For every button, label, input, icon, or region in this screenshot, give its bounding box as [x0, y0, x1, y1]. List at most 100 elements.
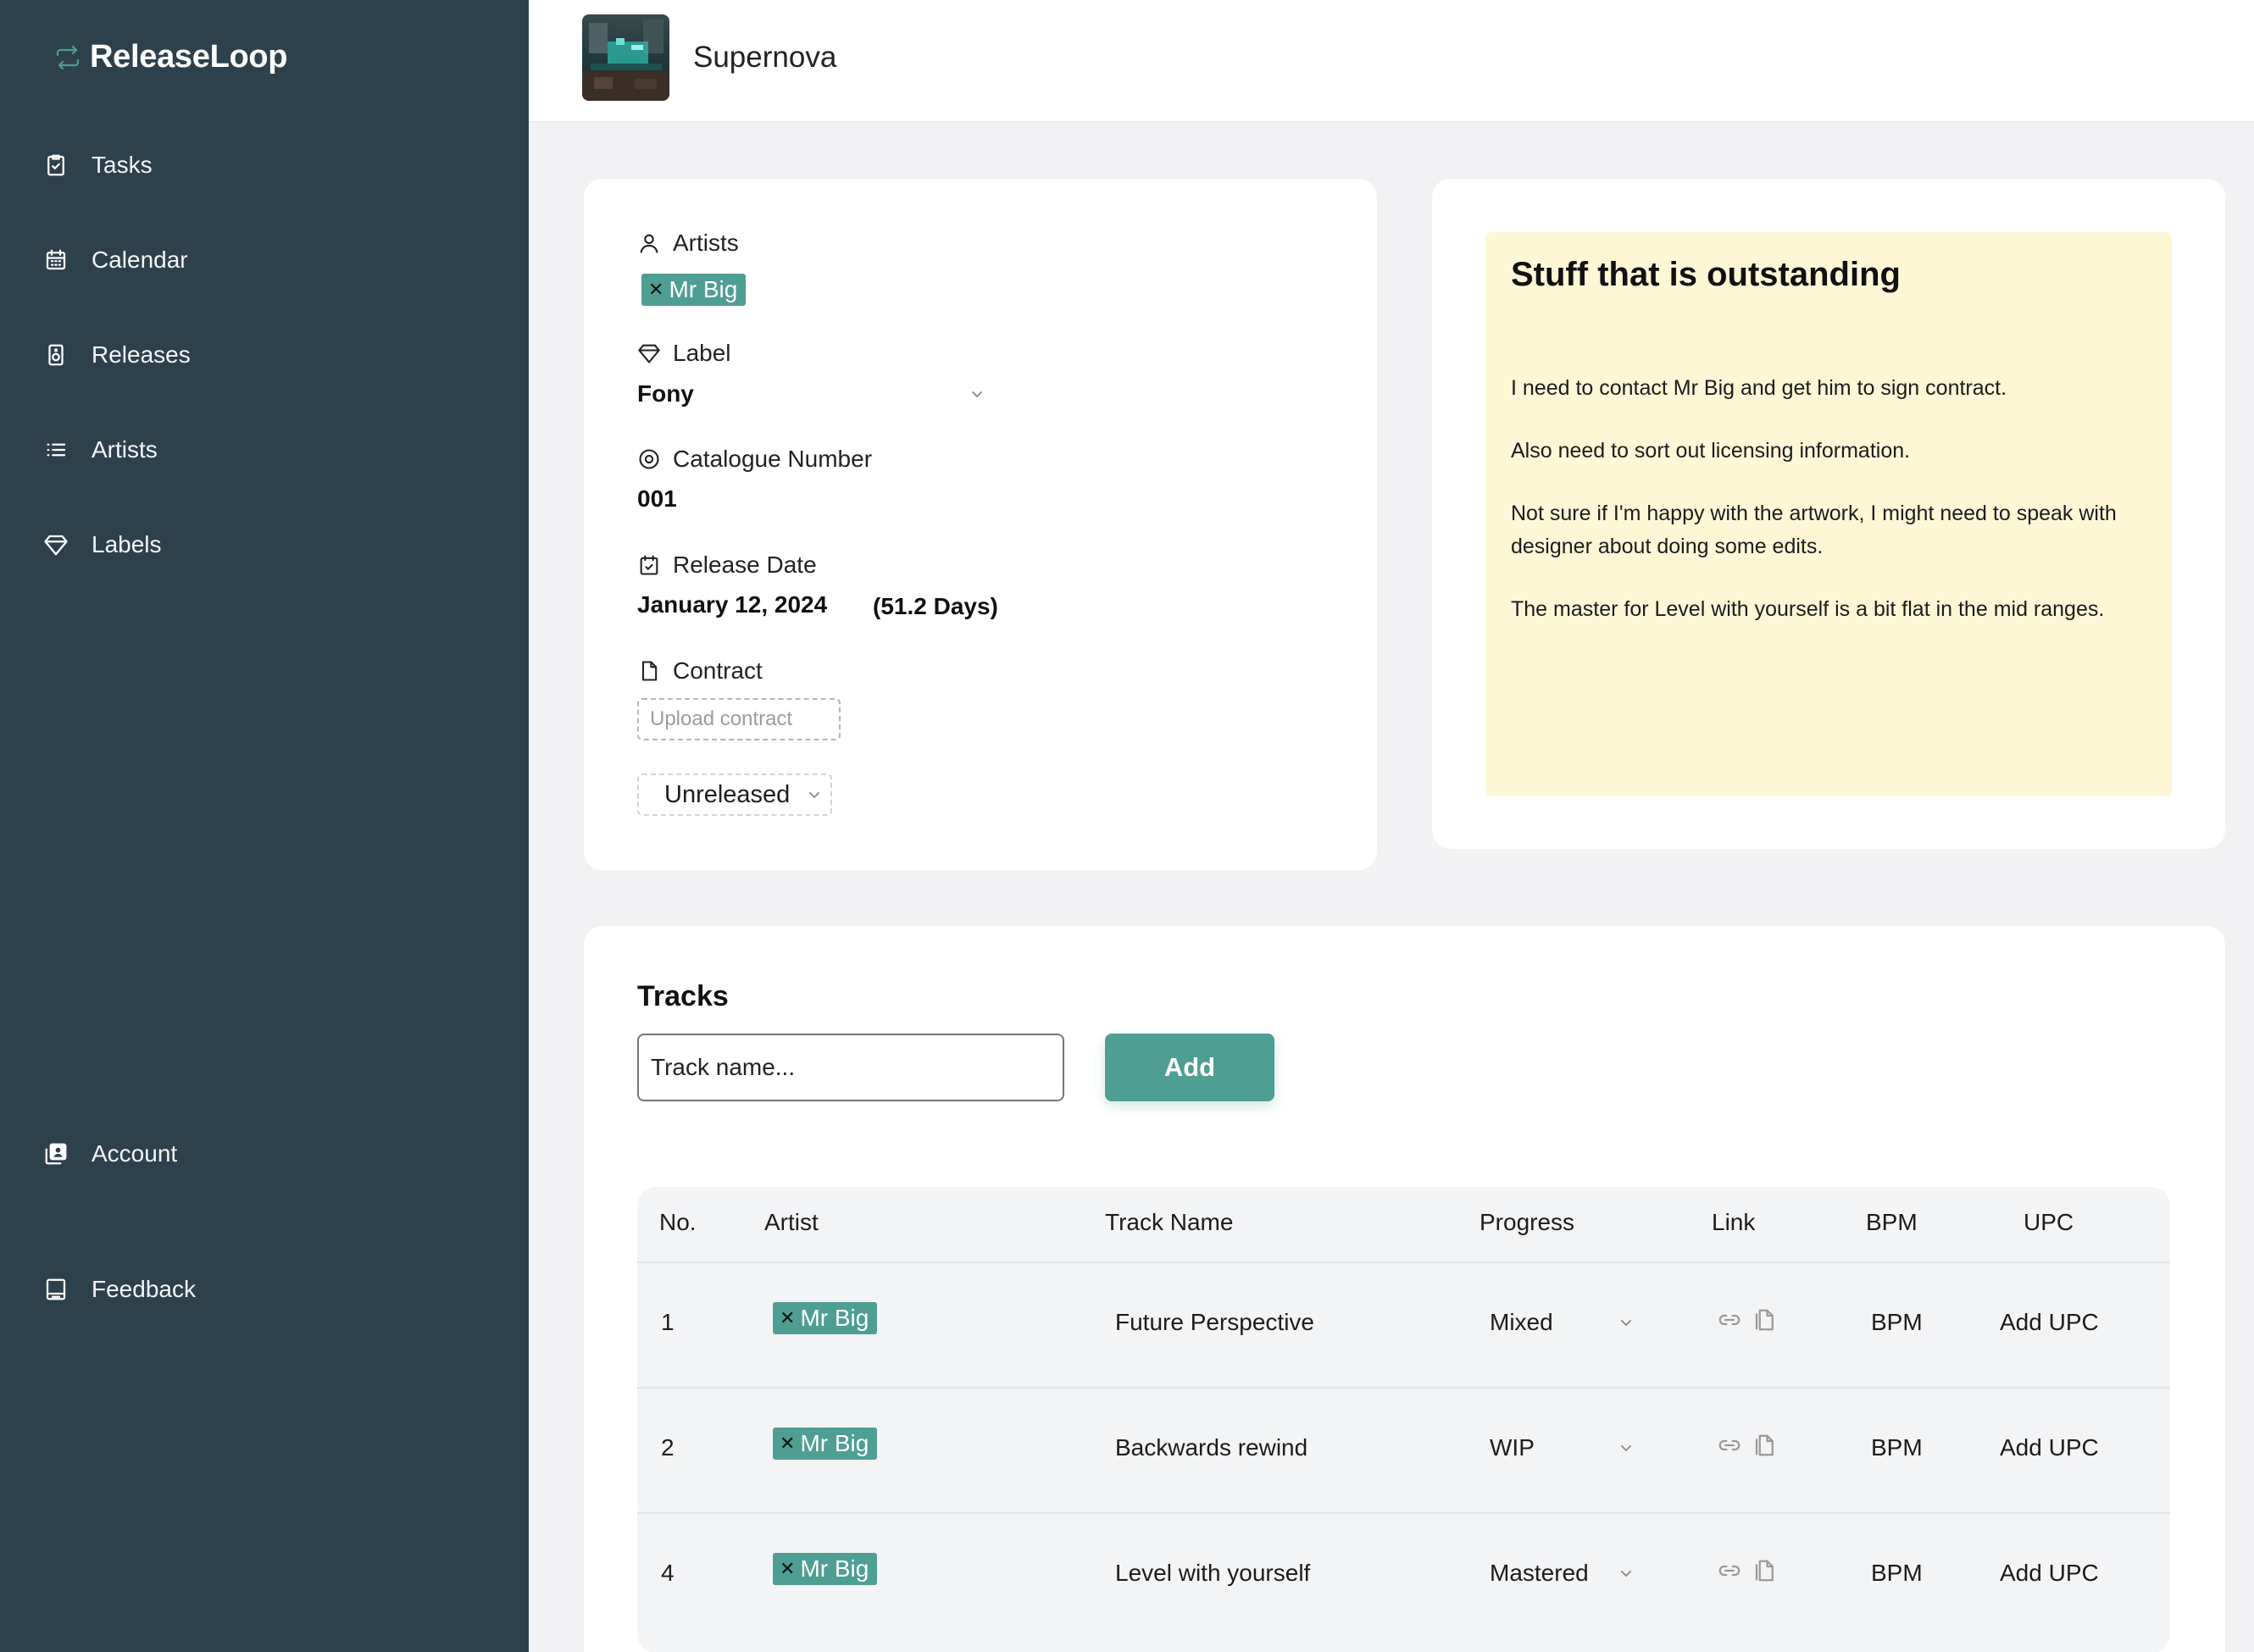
link-icon[interactable]: [1717, 1307, 1742, 1333]
sidebar-item-feedback[interactable]: Feedback: [42, 1264, 483, 1315]
upload-contract-button[interactable]: Upload contract: [637, 698, 841, 740]
sidebar-item-label: Calendar: [92, 247, 188, 273]
track-name[interactable]: Level with yourself: [1115, 1560, 1310, 1587]
clipboard-check-icon: [42, 152, 69, 179]
document-icon: [637, 658, 663, 684]
sticky-note-line: Also need to sort out licensing informat…: [1511, 439, 1911, 463]
user-icon: [637, 230, 663, 256]
add-track-button[interactable]: Add: [1105, 1034, 1274, 1101]
sticky-note-title: Stuff that is outstanding: [1511, 256, 1901, 293]
copy-file-icon[interactable]: [1752, 1558, 1778, 1583]
label-field-label: Label: [637, 340, 731, 367]
release-status-value: Unreleased: [664, 780, 791, 808]
artists-field-label: Artists: [637, 230, 739, 257]
brand-name: ReleaseLoop: [90, 39, 288, 75]
track-link-actions: [1717, 1558, 1778, 1583]
sidebar-item-account[interactable]: Account: [42, 1128, 483, 1179]
column-header-progress: Progress: [1480, 1209, 1575, 1235]
sidebar-item-label: Account: [92, 1140, 178, 1167]
track-link-actions: [1717, 1307, 1778, 1333]
track-number: 2: [661, 1434, 675, 1461]
calendar-icon: [42, 247, 69, 274]
label-select-value: Fony: [637, 380, 694, 407]
copy-file-icon[interactable]: [1752, 1433, 1778, 1458]
track-progress-select[interactable]: Mastered: [1490, 1560, 1634, 1587]
sidebar-item-label: Artists: [92, 436, 158, 463]
track-number: 1: [661, 1309, 675, 1335]
diamond-icon: [42, 531, 69, 558]
catalogue-number-value[interactable]: 001: [637, 485, 677, 513]
progress-value: WIP: [1490, 1434, 1535, 1461]
release-date-field-label: Release Date: [637, 552, 817, 579]
track-name[interactable]: Future Perspective: [1115, 1309, 1314, 1336]
disc-icon: [637, 446, 663, 472]
sidebar-item-artists[interactable]: Artists: [42, 424, 483, 475]
catalogue-field-label: Catalogue Number: [637, 446, 872, 473]
speaker-icon: [42, 341, 69, 369]
sidebar-item-tasks[interactable]: Tasks: [42, 140, 483, 191]
cover-image: [582, 14, 669, 101]
track-name-input[interactable]: [637, 1034, 1064, 1101]
track-artist-tag[interactable]: ✕ Mr Big: [773, 1302, 878, 1334]
track-upc[interactable]: Add UPC: [2000, 1560, 2099, 1587]
copy-file-icon[interactable]: [1752, 1307, 1778, 1333]
sidebar-item-label: Feedback: [92, 1276, 196, 1302]
loop-icon: [56, 45, 80, 69]
link-icon[interactable]: [1717, 1558, 1742, 1583]
track-progress-select[interactable]: Mixed: [1490, 1309, 1634, 1336]
sidebar: ReleaseLoop Tasks Calendar Releases Arti…: [0, 0, 529, 1652]
notes-card: Stuff that is outstanding I need to cont…: [1432, 179, 2225, 849]
sidebar-item-calendar[interactable]: Calendar: [42, 235, 483, 285]
sticky-note[interactable]: Stuff that is outstanding I need to cont…: [1485, 232, 2172, 796]
artist-tag[interactable]: ✕ Mr Big: [641, 274, 747, 306]
release-header: Supernova: [529, 0, 2254, 123]
column-header-track-name: Track Name: [1105, 1209, 1234, 1235]
track-upc[interactable]: Add UPC: [2000, 1309, 2099, 1336]
release-status-select[interactable]: Unreleased: [637, 773, 832, 816]
sidebar-item-label: Labels: [92, 531, 162, 557]
remove-tag-icon[interactable]: ✕: [648, 275, 663, 304]
tracks-card: Tracks Add No. Artist Track Name Progres…: [584, 926, 2225, 1652]
column-header-artist: Artist: [764, 1209, 819, 1235]
release-cover-art[interactable]: [582, 14, 669, 101]
sidebar-item-releases[interactable]: Releases: [42, 330, 483, 380]
track-bpm[interactable]: BPM: [1871, 1434, 1923, 1461]
release-details-card: Artists ✕ Mr Big Label Fony Catalogue Num…: [584, 179, 1377, 870]
sticky-note-line: The master for Level with yourself is a …: [1511, 597, 2105, 621]
track-upc[interactable]: Add UPC: [2000, 1434, 2099, 1461]
diamond-icon: [637, 341, 663, 366]
remove-tag-icon[interactable]: ✕: [780, 1304, 795, 1333]
remove-tag-icon[interactable]: ✕: [780, 1429, 795, 1458]
sidebar-item-label: Tasks: [92, 152, 153, 178]
account-icon: [42, 1140, 69, 1167]
artist-tag-label: Mr Big: [800, 1555, 869, 1582]
progress-value: Mastered: [1490, 1560, 1589, 1586]
link-icon[interactable]: [1717, 1433, 1742, 1458]
field-label-text: Catalogue Number: [673, 446, 873, 472]
chevron-down-icon: [809, 792, 819, 799]
track-bpm[interactable]: BPM: [1871, 1560, 1923, 1587]
track-bpm[interactable]: BPM: [1871, 1309, 1923, 1336]
track-name[interactable]: Backwards rewind: [1115, 1434, 1307, 1461]
chevron-down-icon: [972, 391, 982, 398]
track-artist-tag[interactable]: ✕ Mr Big: [773, 1553, 878, 1585]
artist-tag-label: Mr Big: [669, 276, 738, 302]
label-select[interactable]: Fony: [637, 380, 985, 407]
field-label-text: Label: [673, 340, 731, 366]
sidebar-item-labels[interactable]: Labels: [42, 519, 483, 570]
contract-field-label: Contract: [637, 657, 763, 685]
remove-tag-icon[interactable]: ✕: [780, 1555, 795, 1583]
chevron-down-icon: [1621, 1445, 1631, 1452]
field-label-text: Contract: [673, 657, 763, 684]
field-label-text: Artists: [673, 230, 739, 256]
table-row: 4 ✕ Mr Big Level with yourself Mastered B…: [637, 1514, 2170, 1639]
release-date-value[interactable]: January 12, 2024: [637, 591, 827, 618]
table-header: No. Artist Track Name Progress Link BPM …: [637, 1187, 2170, 1263]
sticky-note-line: I need to contact Mr Big and get him to …: [1511, 376, 2007, 400]
column-header-upc: UPC: [2024, 1209, 2074, 1235]
track-artist-tag[interactable]: ✕ Mr Big: [773, 1427, 878, 1460]
feedback-icon: [42, 1276, 69, 1303]
track-number: 4: [661, 1560, 675, 1586]
brand-logo[interactable]: ReleaseLoop: [53, 39, 288, 75]
track-progress-select[interactable]: WIP: [1490, 1434, 1634, 1461]
